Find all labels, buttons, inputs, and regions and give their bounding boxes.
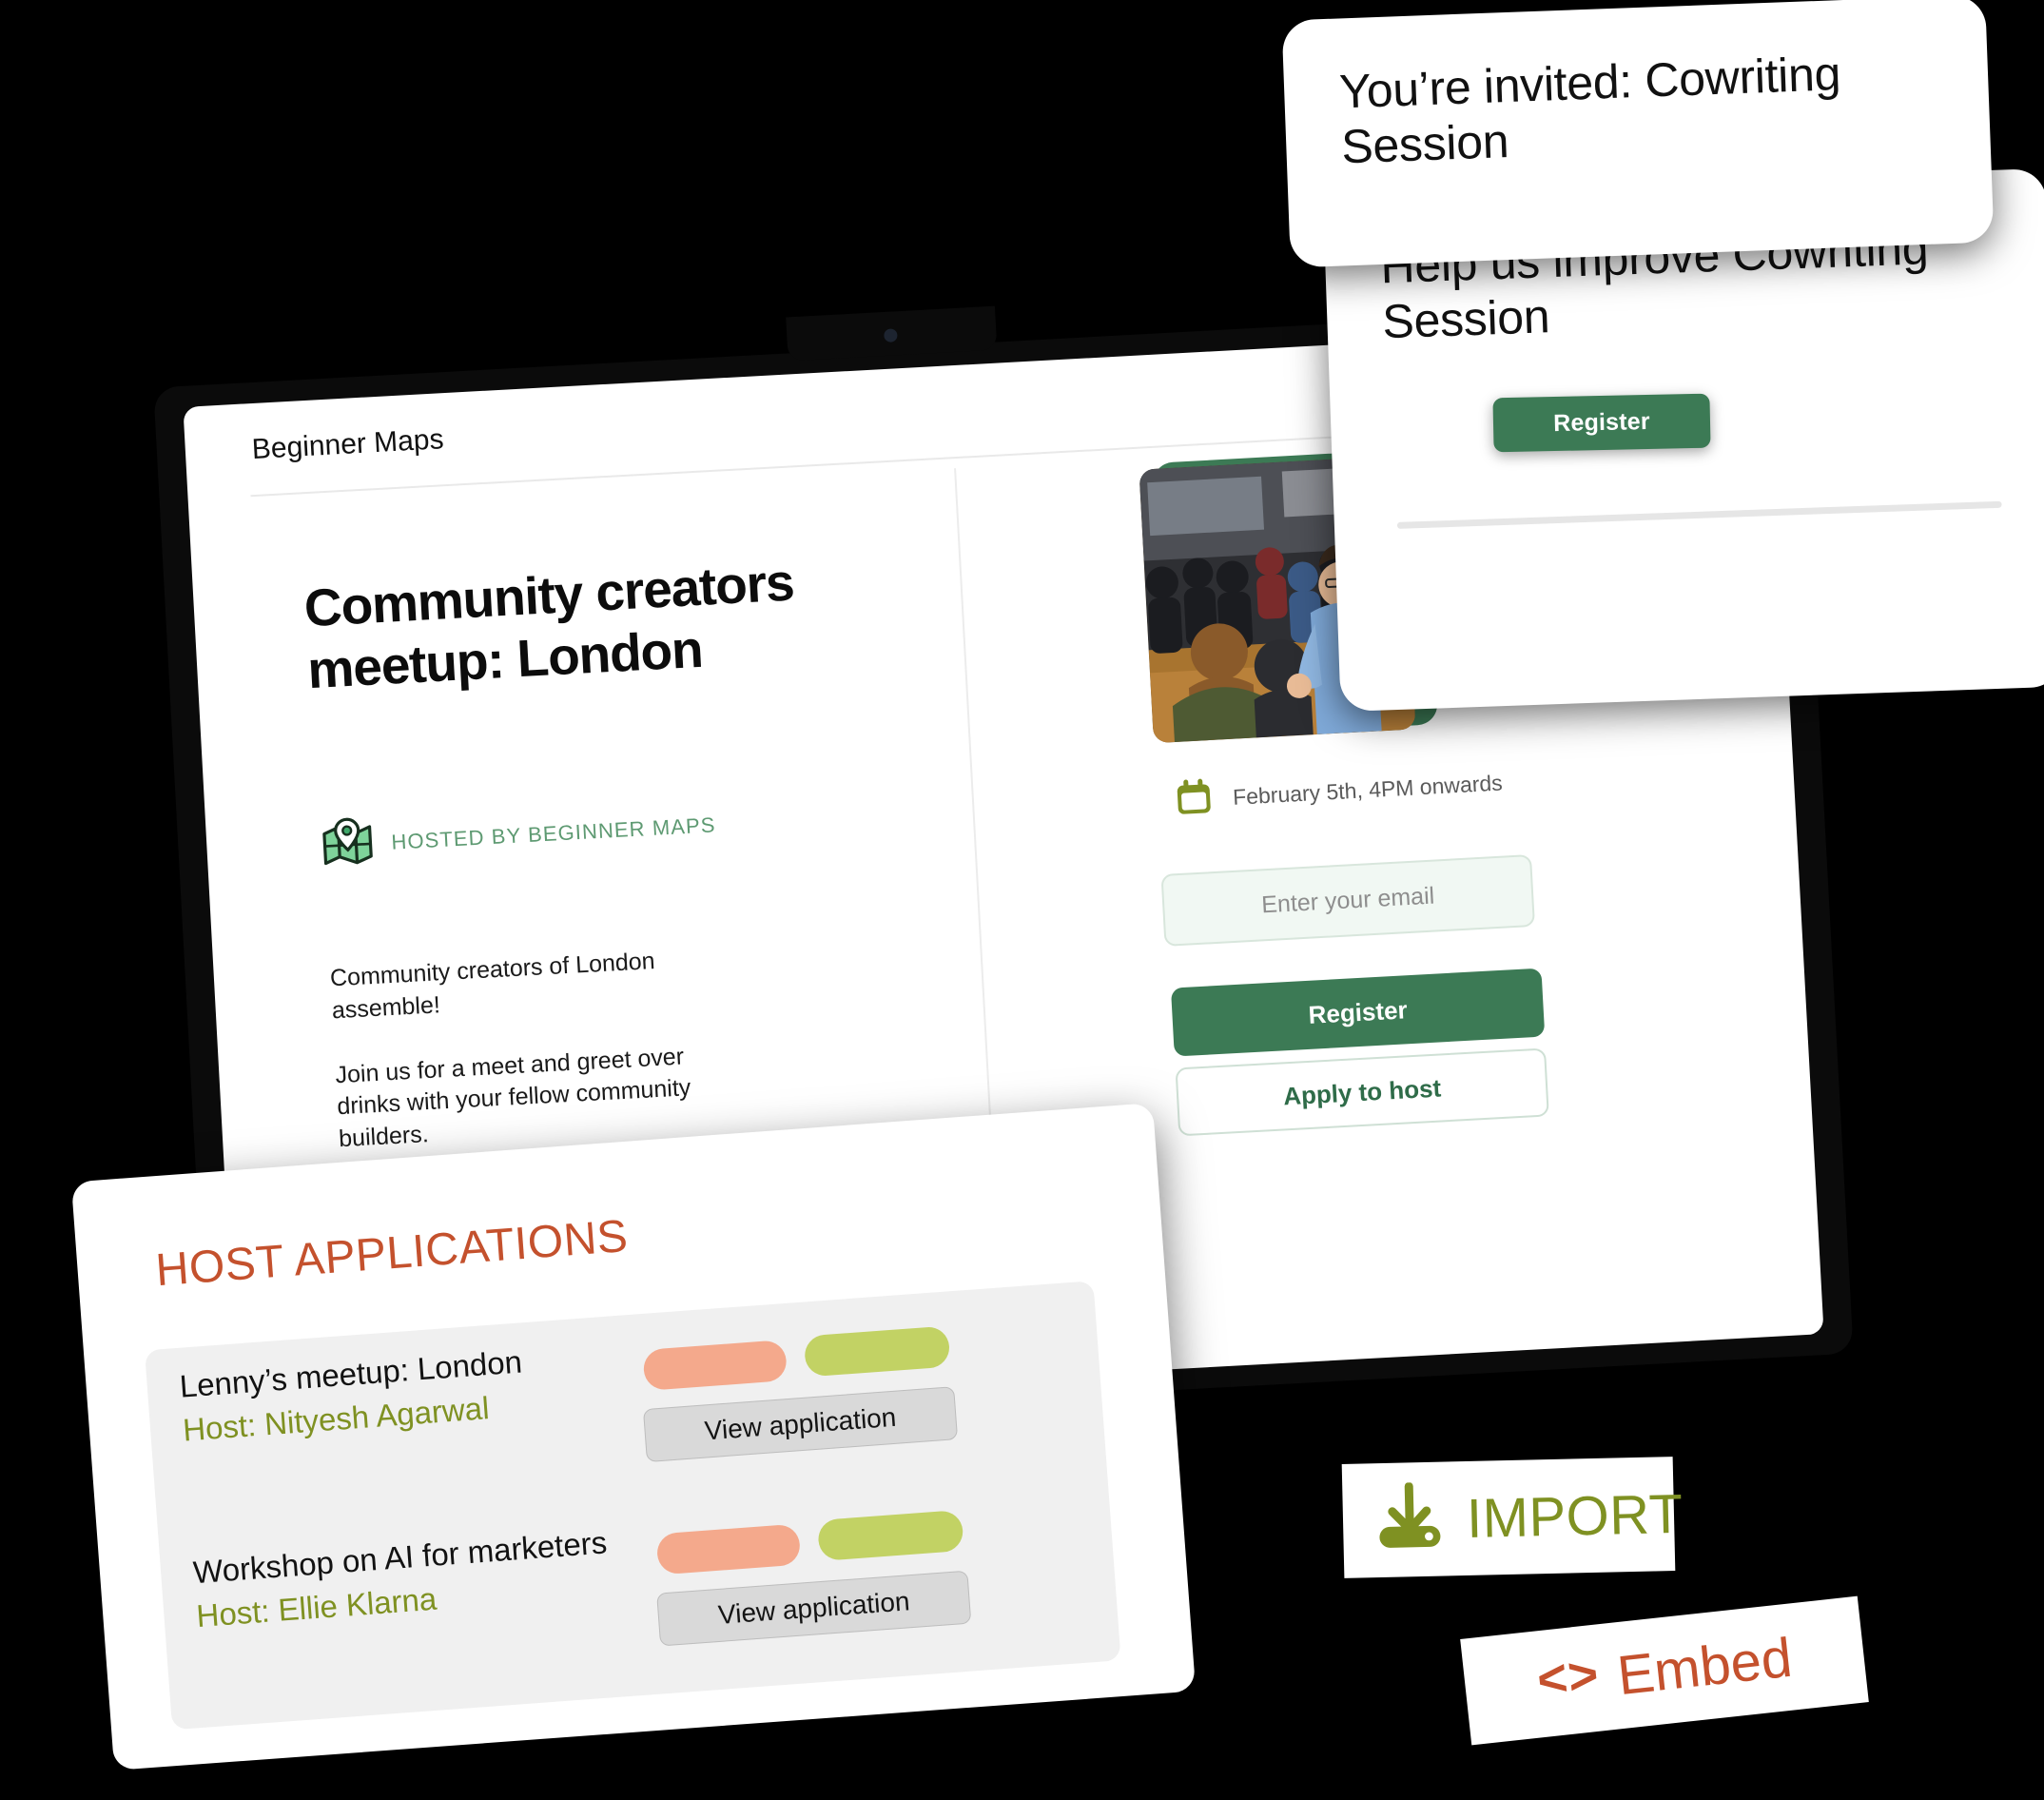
host-applications-title: HOST APPLICATIONS [153, 1210, 631, 1297]
event-date-row: February 5th, 4PM onwards [1173, 761, 1504, 824]
floating-card-divider [1396, 500, 2002, 529]
event-title: Community creators meetup: London [302, 552, 796, 700]
event-description: Community creators of London assemble! J… [329, 941, 748, 1156]
apply-to-host-button[interactable]: Apply to host [1175, 1047, 1549, 1137]
code-brackets-icon: <> [1534, 1649, 1603, 1713]
calendar-icon [1173, 776, 1215, 823]
host-applications-list: Lenny’s meetup: London Host: Nityesh Aga… [144, 1281, 1121, 1731]
embed-chip[interactable]: <> Embed [1460, 1595, 1869, 1746]
email-input[interactable]: Enter your email [1160, 853, 1536, 947]
event-date: February 5th, 4PM onwards [1232, 770, 1504, 810]
host-applications-card: HOST APPLICATIONS Lenny’s meetup: London… [70, 1103, 1197, 1771]
list-item[interactable]: Lenny’s meetup: London Host: Nityesh Aga… [179, 1303, 1077, 1463]
brand-name: Beginner Maps [251, 423, 445, 466]
hosted-by-label: HOSTED BY BEGINNER MAPS [390, 812, 717, 854]
embed-chip-label: Embed [1614, 1626, 1796, 1707]
import-chip[interactable]: IMPORT [1341, 1457, 1684, 1578]
import-chip-label: IMPORT [1466, 1482, 1684, 1550]
list-item[interactable]: Workshop on AI for marketers Host: Ellie… [192, 1489, 1090, 1647]
download-icon [1372, 1481, 1447, 1558]
floating-register-button[interactable]: Register [1492, 393, 1711, 453]
screenshot-stage: You’re invited: Cowriting Session Help u… [0, 0, 2044, 1800]
floating-card-invite[interactable]: You’re invited: Cowriting Session [1281, 0, 1995, 268]
event-description-paragraph: Community creators of London assemble! [329, 947, 656, 1025]
hosted-by-row: HOSTED BY BEGINNER MAPS [320, 797, 717, 872]
floating-card-invite-title: You’re invited: Cowriting Session [1338, 47, 1841, 174]
map-pin-icon [320, 816, 376, 873]
register-button[interactable]: Register [1170, 968, 1546, 1057]
